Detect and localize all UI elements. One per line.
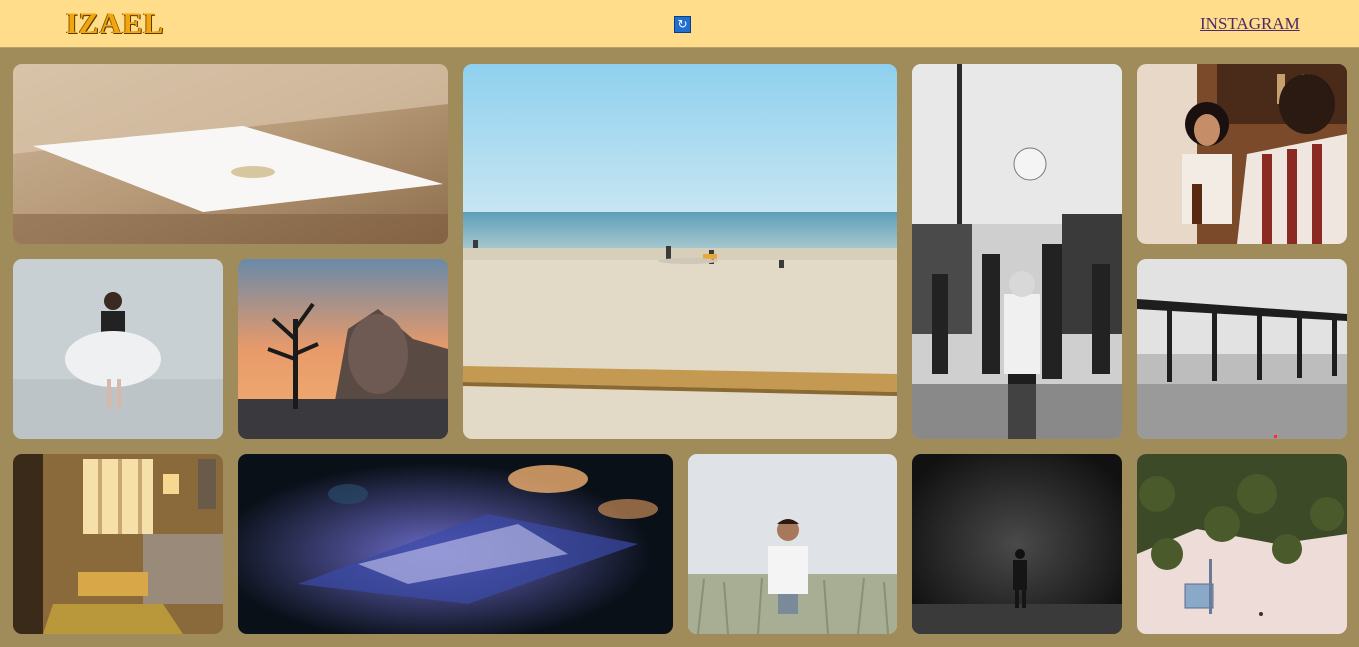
man-in-field-photo[interactable] — [688, 454, 897, 634]
beach-surfers-photo[interactable] — [463, 64, 897, 439]
instagram-link[interactable]: INSTAGRAM — [1200, 14, 1300, 34]
site-logo[interactable]: IZAEL — [66, 8, 164, 40]
blurred-night-figure-photo[interactable] — [238, 454, 673, 634]
vintage-living-room-photo[interactable] — [13, 454, 223, 634]
letter-on-stone-photo[interactable] — [13, 64, 448, 244]
pier-bw-photo[interactable] — [1137, 259, 1347, 439]
site-header: IZAEL ↻ INSTAGRAM — [0, 0, 1359, 48]
desert-sunset-photo[interactable] — [238, 259, 448, 439]
fairground-bw-photo[interactable] — [912, 64, 1122, 439]
cafe-couple-photo[interactable] — [1137, 64, 1347, 244]
ballerina-photo[interactable] — [13, 259, 223, 439]
dark-forest-walker-photo[interactable] — [912, 454, 1122, 634]
photo-app-icon[interactable]: ↻ — [674, 16, 691, 33]
aerial-palm-beach-photo[interactable] — [1137, 454, 1347, 634]
